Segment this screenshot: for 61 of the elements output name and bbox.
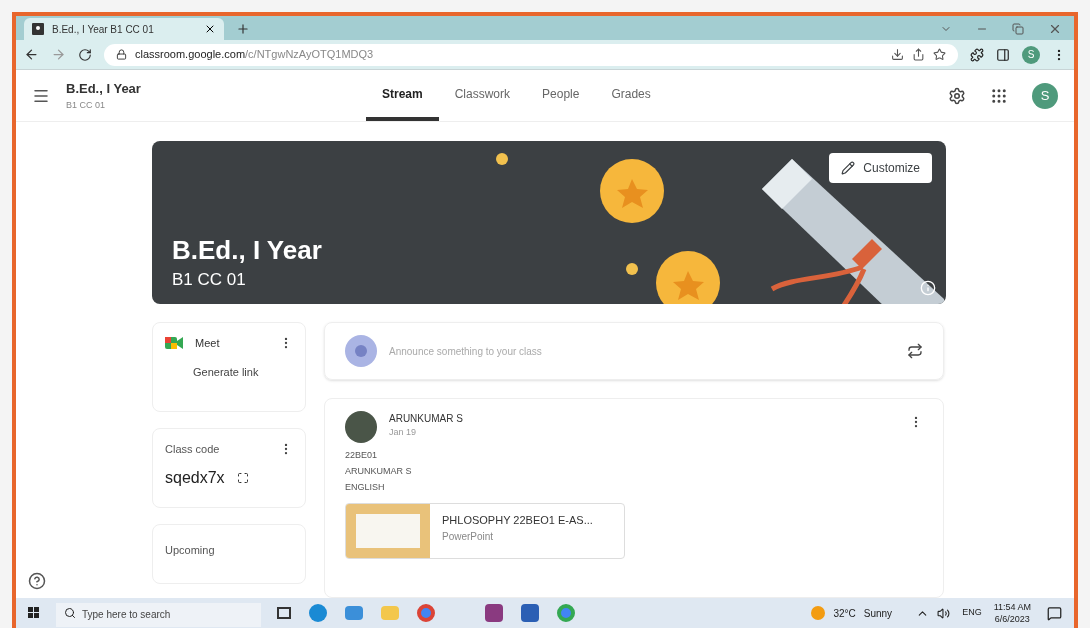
- new-tab-icon[interactable]: [236, 22, 250, 36]
- attachment-type: PowerPoint: [442, 529, 495, 544]
- search-icon: [64, 607, 76, 619]
- info-icon[interactable]: [920, 280, 936, 296]
- close-icon[interactable]: [204, 23, 216, 35]
- nav-tab[interactable]: Grades: [595, 70, 667, 121]
- help-icon[interactable]: [28, 572, 46, 590]
- repost-icon[interactable]: [907, 343, 923, 359]
- tab-title: B.Ed., I Year B1 CC 01: [52, 22, 155, 37]
- post-author: ARUNKUMAR S: [389, 412, 464, 426]
- customize-button[interactable]: Customize: [829, 153, 932, 183]
- video-camera-icon: [165, 337, 183, 350]
- temperature: 32°C: [833, 606, 856, 621]
- nav-tab[interactable]: Classwork: [438, 70, 527, 121]
- post-date: Jan 19: [389, 426, 418, 439]
- weather-text: Sunny: [863, 606, 893, 621]
- star-icon[interactable]: [933, 48, 946, 61]
- puzzle-icon[interactable]: [970, 47, 984, 62]
- share-icon[interactable]: [912, 48, 925, 61]
- back-arrow-icon[interactable]: [24, 47, 39, 62]
- task-view-icon[interactable]: [277, 607, 291, 619]
- post-text-line: ARUNKUMAR S: [345, 465, 413, 478]
- person-silhouette-icon: [345, 335, 377, 367]
- restore-icon[interactable]: [1012, 23, 1024, 35]
- class-code-label: Class code: [165, 442, 221, 457]
- pencil-icon: [841, 161, 856, 175]
- clock-time: 11:54 AM: [993, 601, 1031, 613]
- upcoming-title: Upcoming: [165, 544, 215, 556]
- apps-grid-icon[interactable]: [990, 86, 1008, 105]
- language-indicator[interactable]: ENG: [962, 606, 982, 620]
- post-text-line: ENGLISH: [345, 481, 386, 494]
- attachment-card[interactable]: PHLOSOPHY 22BEO1 E-AS... PowerPoint: [345, 503, 625, 559]
- url-text: classroom.google.com/c/NTgwNzAyOTQ1MDQ3: [135, 47, 374, 63]
- nav-tab[interactable]: Stream: [366, 70, 439, 121]
- fullscreen-icon[interactable]: [236, 471, 249, 484]
- class-section: B1 CC 01: [66, 98, 366, 112]
- browser-tab[interactable]: B.Ed., I Year B1 CC 01: [24, 18, 224, 40]
- clock-date: 6/6/2023: [994, 613, 1030, 625]
- notifications-icon[interactable]: [1047, 605, 1062, 621]
- lock-icon: [116, 49, 127, 60]
- address-bar[interactable]: classroom.google.com/c/NTgwNzAyOTQ1MDQ3: [104, 43, 958, 66]
- post-text-line: 22BE01: [345, 449, 379, 462]
- classroom-favicon: [32, 23, 44, 35]
- meet-title: Meet: [195, 336, 221, 351]
- class-section: B1 CC 01: [172, 266, 322, 292]
- announce-field[interactable]: Announce something to your class: [389, 343, 895, 359]
- attachment-title: PHLOSOPHY 22BEO1 E-AS...: [442, 513, 593, 528]
- speaker-icon[interactable]: [937, 606, 951, 620]
- install-icon[interactable]: [891, 48, 904, 61]
- settings-icon[interactable]: [948, 86, 966, 105]
- taskbar-search-field[interactable]: Type here to search: [56, 602, 261, 627]
- nav-tab[interactable]: People: [526, 70, 596, 121]
- generate-link[interactable]: Generate link: [193, 363, 259, 380]
- side-panel-icon[interactable]: [996, 47, 1010, 62]
- avatar-photo-placeholder: [345, 411, 377, 443]
- sun-icon: [811, 606, 826, 620]
- class-code: sqedx7x: [165, 467, 225, 488]
- class-name[interactable]: B.Ed., I Year: [66, 79, 366, 99]
- windows-start-icon[interactable]: [28, 607, 40, 619]
- reload-icon[interactable]: [78, 47, 92, 62]
- class-title: B.Ed., I Year: [172, 234, 322, 267]
